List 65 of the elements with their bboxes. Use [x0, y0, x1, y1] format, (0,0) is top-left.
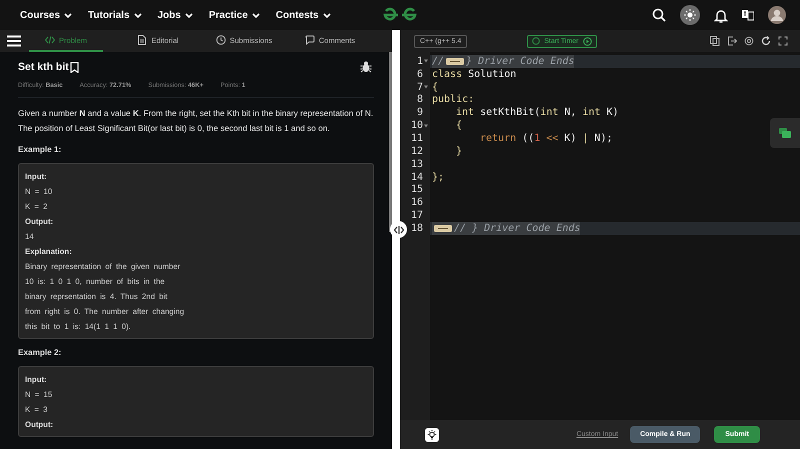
- chevron-down-icon: [184, 12, 193, 18]
- nav-menu-item[interactable]: Courses: [18, 8, 74, 22]
- chevron-down-icon: [64, 12, 72, 18]
- code-line: int setKthBit(int N, int K): [456, 106, 619, 120]
- line-number: 13: [410, 158, 423, 170]
- nav-menu-item[interactable]: Jobs: [156, 8, 195, 22]
- line-number: 12: [410, 146, 423, 157]
- chat-icon: [779, 128, 791, 138]
- folded-code-marker[interactable]: [434, 224, 452, 232]
- fold-arrow-icon[interactable]: [424, 124, 428, 128]
- line-number: 11: [410, 132, 423, 144]
- menu-icon[interactable]: [7, 35, 21, 47]
- line-number: 15: [410, 184, 423, 196]
- line-number: 7: [416, 82, 423, 93]
- code-line: {: [456, 119, 462, 132]
- lightbulb-icon[interactable]: [425, 428, 439, 442]
- exit-icon[interactable]: [727, 36, 737, 46]
- line-number: 1: [416, 56, 423, 67]
- example-heading: Example 1:: [18, 145, 62, 154]
- line-number: 9: [416, 107, 423, 118]
- nav-menu-item[interactable]: Contests: [274, 8, 333, 22]
- line-number: 17: [410, 210, 423, 222]
- code-icon: [45, 35, 56, 45]
- chevron-down-icon: [252, 12, 260, 18]
- line-number: 18: [410, 222, 423, 234]
- sun-icon[interactable]: [680, 5, 700, 25]
- code-line: public:: [432, 94, 474, 106]
- refresh-icon[interactable]: [761, 36, 771, 46]
- copy-icon[interactable]: [710, 36, 720, 46]
- code-line: }: [456, 144, 462, 158]
- example-heading: Example 2:: [18, 348, 62, 357]
- line-number: 8: [416, 94, 423, 106]
- line-number: 10: [410, 120, 423, 132]
- problem-description: Given a number N and a value K. From the right, set the Kth bit in the binary representation of N. The position of Least Significant Bit(or last bit) is 0, the second last bit is 1 and so on.: [18, 107, 374, 135]
- code-line: return ((1 << K) | N);: [480, 132, 612, 145]
- fullscreen-icon[interactable]: [778, 36, 788, 46]
- bug-icon[interactable]: [360, 61, 372, 73]
- settings-icon[interactable]: [744, 36, 754, 46]
- timer-icon: [532, 37, 540, 45]
- code-line: };: [432, 170, 444, 184]
- search-icon[interactable]: [652, 8, 666, 22]
- folded-code-marker[interactable]: [446, 58, 464, 65]
- document-icon: [137, 35, 148, 45]
- logo-icon[interactable]: [382, 7, 418, 23]
- chevron-down-icon: [322, 12, 331, 18]
- chevron-down-icon: [134, 12, 142, 18]
- line-number: 6: [416, 68, 423, 80]
- chat-button[interactable]: [770, 118, 800, 148]
- line-number: 16: [410, 197, 423, 208]
- line-number: 14: [410, 172, 423, 183]
- scrollbar[interactable]: [389, 52, 392, 232]
- fold-arrow-icon[interactable]: [424, 59, 428, 64]
- nav-menu-item[interactable]: Tutorials: [86, 8, 144, 22]
- nav-menu-item[interactable]: Practice: [206, 8, 262, 22]
- translate-icon[interactable]: [742, 9, 754, 21]
- bookmark-icon[interactable]: [70, 62, 79, 72]
- bell-icon[interactable]: [714, 8, 728, 22]
- avatar-icon[interactable]: [768, 6, 786, 24]
- speech-bubble-icon: [304, 35, 315, 45]
- code-line: {: [432, 80, 438, 94]
- code-line: class Solution: [432, 68, 516, 81]
- problem-title: Set kth bit: [18, 61, 69, 73]
- play-icon: [582, 36, 592, 46]
- clock-icon: [216, 35, 226, 45]
- fold-arrow-icon[interactable]: [424, 85, 428, 90]
